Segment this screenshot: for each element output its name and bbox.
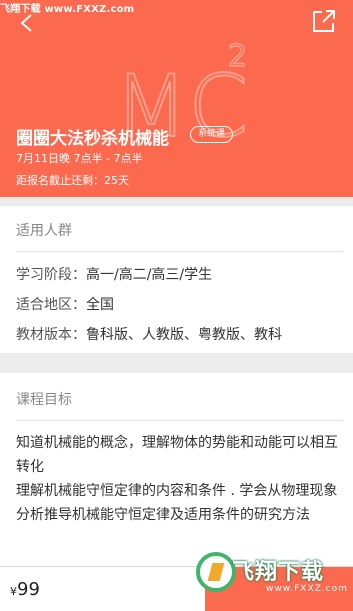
price: ¥99 — [10, 579, 40, 600]
goals-card: 课程目标 知道机械能的概念，理解物体的势能和动能可以相互转化 理解机械能守恒定律… — [0, 373, 353, 566]
mc-logo-sup: 2 — [228, 39, 247, 74]
course-title: 圈圈大法秒杀机械能 — [16, 129, 169, 149]
goals-text: 知道机械能的概念，理解物体的势能和动能可以相互转化 理解机械能守恒定律的内容和条… — [16, 435, 338, 523]
site-logo-badge-icon — [196, 552, 236, 592]
price-symbol: ¥ — [10, 585, 17, 598]
price-value: 99 — [17, 579, 40, 600]
site-logo-overlay: 飞翔下载 www.FXXZ.com — [190, 548, 353, 611]
course-header: 飞翔下载 www.FXXZ.com MC 2 圈圈大法秒杀机械能 系统课 7月1… — [0, 0, 353, 197]
info-label: 学习阶段： — [16, 267, 86, 283]
info-row-region: 适合地区：全国 — [16, 294, 114, 314]
enrollment-countdown: 距报名截止还剩：25天 — [16, 174, 129, 187]
info-value: 全国 — [86, 297, 114, 313]
divider — [16, 251, 343, 252]
course-type-badge: 系统课 — [190, 126, 234, 143]
info-value: 高一/高二/高三/学生 — [86, 267, 213, 283]
audience-card: 适用人群 学习阶段：高一/高二/高三/学生 适合地区：全国 教材版本：鲁科版、人… — [0, 206, 353, 353]
goals-section-title: 课程目标 — [16, 392, 72, 408]
info-row-textbook: 教材版本：鲁科版、人教版、粤教版、教科 — [16, 324, 282, 344]
info-value: 鲁科版、人教版、粤教版、教科 — [86, 327, 282, 343]
divider — [16, 420, 343, 421]
site-logo-url: www.FXXZ.com — [266, 584, 348, 594]
share-icon[interactable] — [311, 8, 337, 34]
info-row-stage: 学习阶段：高一/高二/高三/学生 — [16, 264, 212, 284]
site-logo-text: 飞翔下载 — [232, 560, 325, 585]
back-arrow-icon[interactable] — [16, 12, 38, 34]
info-label: 适合地区： — [16, 297, 86, 313]
audience-section-title: 适用人群 — [16, 223, 72, 239]
course-time: 7月11日晚 7点半 - 7点半 — [16, 152, 143, 165]
info-label: 教材版本： — [16, 327, 86, 343]
